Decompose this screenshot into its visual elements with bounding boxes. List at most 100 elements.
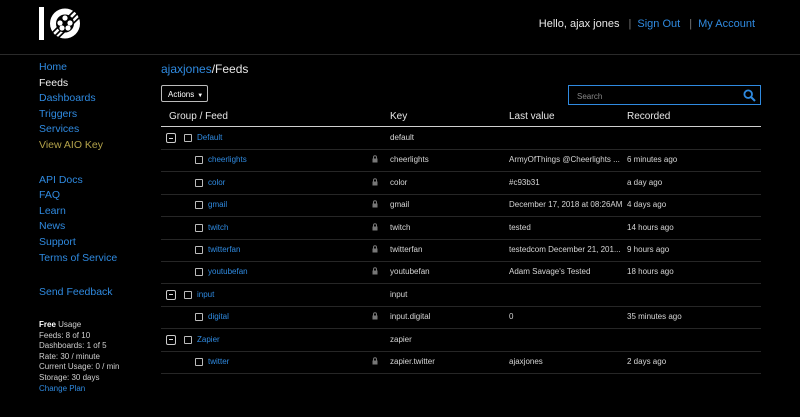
- feed-name-link[interactable]: color: [208, 178, 225, 187]
- row-checkbox[interactable]: [195, 156, 203, 165]
- feed-key: default: [390, 133, 415, 142]
- sidebar: Home Feeds Dashboards Triggers Services …: [39, 60, 154, 301]
- sidebar-item-support[interactable]: Support: [39, 235, 154, 251]
- group-name-link[interactable]: Default: [197, 133, 222, 142]
- feed-row[interactable]: gmail gmail December 17, 2018 at 08:26AM 4 …: [161, 194, 761, 218]
- nav-separator: |: [689, 18, 693, 30]
- last-value: ArmyOfThings @Cheerlights ...: [509, 155, 620, 165]
- row-checkbox[interactable]: [195, 358, 203, 366]
- lock-icon: [372, 200, 378, 208]
- column-header-group[interactable]: Group / Feed: [169, 111, 228, 122]
- last-value: testedcom December 21, 201...: [509, 245, 621, 254]
- send-feedback-link[interactable]: Send Feedback: [39, 285, 154, 301]
- column-header-recorded[interactable]: Recorded: [627, 111, 670, 122]
- last-value: Adam Savage's Tested: [509, 267, 591, 277]
- sidebar-item-learn[interactable]: Learn: [39, 204, 154, 220]
- recorded-time: 35 minutes ago: [627, 312, 682, 322]
- recorded-time: 9 hours ago: [627, 245, 670, 254]
- sidebar-item-feeds[interactable]: Feeds: [39, 76, 154, 92]
- sidebar-item-services[interactable]: Services: [39, 122, 154, 138]
- feed-row[interactable]: color color #c93b31 a day ago: [161, 172, 761, 195]
- feed-name-link[interactable]: digital: [208, 312, 229, 321]
- column-header-key[interactable]: Key: [390, 111, 407, 122]
- sidebar-item-news[interactable]: News: [39, 219, 154, 235]
- search-input[interactable]: [575, 89, 739, 103]
- plan-name: Free: [39, 320, 56, 329]
- breadcrumb: ajaxjones/Feeds: [161, 62, 248, 76]
- search-icon[interactable]: [743, 89, 756, 102]
- lock-icon: [372, 155, 378, 163]
- group-row[interactable]: input input: [161, 284, 761, 307]
- row-checkbox[interactable]: [184, 335, 192, 344]
- my-account-link[interactable]: My Account: [698, 18, 755, 30]
- group-row[interactable]: Default default: [161, 127, 761, 150]
- last-value: ajaxjones: [509, 357, 543, 366]
- sign-out-link[interactable]: Sign Out: [637, 18, 680, 30]
- user-nav: Hello, ajax jones | Sign Out | My Account: [539, 18, 755, 30]
- feed-name-link[interactable]: youtubefan: [208, 267, 248, 276]
- page-title: Feeds: [215, 62, 249, 76]
- top-bar: Hello, ajax jones | Sign Out | My Account: [0, 0, 800, 55]
- feed-key: twitch: [390, 222, 411, 232]
- usage-panel: Free Usage Feeds: 8 of 10 Dashboards: 1 …: [39, 320, 119, 394]
- usage-dashboards: Dashboards: 1 of 5: [39, 341, 107, 351]
- adafruit-io-logo-icon[interactable]: [39, 7, 84, 40]
- row-checkbox[interactable]: [195, 313, 203, 322]
- feed-key: twitterfan: [390, 245, 423, 254]
- feed-row[interactable]: twitter zapier.twitter ajaxjones 2 days ago: [161, 351, 761, 374]
- recorded-time: 18 hours ago: [627, 267, 674, 277]
- column-header-last-value[interactable]: Last value: [509, 111, 555, 122]
- lock-icon: [372, 245, 378, 253]
- feed-key: zapier.twitter: [390, 357, 435, 366]
- group-name-link[interactable]: Zapier: [197, 335, 220, 344]
- row-checkbox[interactable]: [184, 290, 192, 299]
- feed-key: cheerlights: [390, 155, 429, 165]
- recorded-time: 14 hours ago: [627, 222, 674, 232]
- feed-key: gmail: [390, 200, 410, 210]
- sidebar-item-triggers[interactable]: Triggers: [39, 107, 154, 123]
- row-checkbox[interactable]: [195, 178, 203, 187]
- collapse-toggle-icon[interactable]: [166, 133, 176, 143]
- group-name-link[interactable]: input: [197, 290, 214, 299]
- sidebar-item-api-docs[interactable]: API Docs: [39, 173, 154, 189]
- recorded-time: 2 days ago: [627, 357, 667, 366]
- search-box: [568, 85, 761, 105]
- row-checkbox[interactable]: [195, 201, 203, 210]
- feed-row[interactable]: twitch twitch tested 14 hours ago: [161, 217, 761, 240]
- feed-key: zapier: [390, 334, 412, 344]
- collapse-toggle-icon[interactable]: [166, 334, 176, 345]
- feed-row[interactable]: digital input.digital 0 35 minutes ago: [161, 306, 761, 330]
- actions-dropdown-button[interactable]: Actions ▼: [161, 85, 208, 102]
- collapse-toggle-icon[interactable]: [166, 289, 176, 300]
- sidebar-item-home[interactable]: Home: [39, 60, 154, 76]
- feed-name-link[interactable]: gmail: [208, 200, 227, 209]
- sidebar-item-view-aio-key[interactable]: View AIO Key: [39, 138, 154, 154]
- sidebar-item-terms[interactable]: Terms of Service: [39, 251, 154, 267]
- change-plan-link[interactable]: Change Plan: [39, 384, 119, 395]
- nav-separator: |: [628, 18, 632, 30]
- last-value: December 17, 2018 at 08:26AM: [509, 200, 623, 210]
- feed-name-link[interactable]: twitter: [208, 357, 229, 366]
- row-checkbox[interactable]: [195, 246, 203, 254]
- usage-feeds: Feeds: 8 of 10: [39, 330, 91, 340]
- feed-key: color: [390, 177, 408, 187]
- row-checkbox[interactable]: [195, 223, 203, 232]
- usage-storage: Storage: 30 days: [39, 372, 100, 382]
- feed-name-link[interactable]: cheerlights: [208, 155, 247, 164]
- feed-row[interactable]: twitterfan twitterfan testedcom December 2…: [161, 239, 761, 262]
- feed-name-link[interactable]: twitterfan: [208, 245, 240, 254]
- sidebar-item-faq[interactable]: FAQ: [39, 188, 154, 204]
- breadcrumb-user-link[interactable]: ajaxjones: [161, 62, 212, 76]
- row-checkbox[interactable]: [195, 268, 203, 277]
- sidebar-main-nav: Home Feeds Dashboards Triggers Services …: [39, 60, 154, 154]
- table-header: Group / Feed Key Last value Recorded: [161, 108, 761, 127]
- group-row[interactable]: Zapier zapier: [161, 329, 761, 352]
- feed-row[interactable]: cheerlights cheerlights ArmyOfThings @Chee…: [161, 149, 761, 173]
- feed-name-link[interactable]: twitch: [208, 223, 228, 232]
- row-checkbox[interactable]: [184, 134, 192, 142]
- caret-down-icon: ▼: [197, 93, 204, 99]
- sidebar-item-dashboards[interactable]: Dashboards: [39, 91, 154, 107]
- sidebar-help-nav: API Docs FAQ Learn News Support Terms of…: [39, 173, 154, 267]
- feed-row[interactable]: youtubefan youtubefan Adam Savage's Tested…: [161, 261, 761, 285]
- recorded-time: 6 minutes ago: [627, 155, 678, 165]
